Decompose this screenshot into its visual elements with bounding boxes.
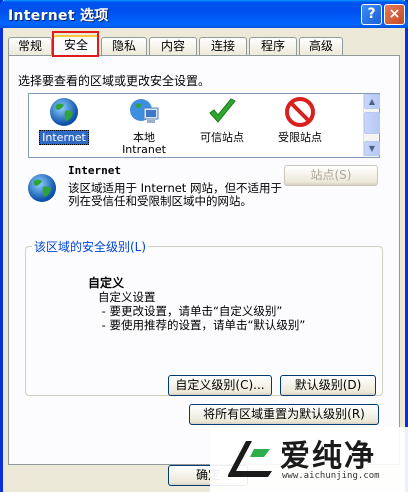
local-intranet-icon xyxy=(130,99,159,123)
sites-button[interactable]: 站点(S) xyxy=(284,165,378,186)
zone-list: Internet 本地 Intranet 可信站点 受限站点 ▲ ▼ xyxy=(28,93,380,158)
security-level-title: 自定义 xyxy=(88,276,125,290)
close-button[interactable]: × xyxy=(384,4,405,25)
tab-highlight-box xyxy=(52,31,99,57)
security-level-description: 自定义设置 - 要更改设置，请单击“自定义级别” - 要使用推荐的设置，请单击“… xyxy=(98,290,306,332)
scroll-thumb[interactable] xyxy=(364,112,380,134)
zone-trusted[interactable]: 可信站点 xyxy=(187,94,257,158)
tab-advanced[interactable]: 高级 xyxy=(299,37,343,55)
globe-icon xyxy=(50,98,78,126)
tab-programs[interactable]: 程序 xyxy=(249,37,297,55)
tab-general[interactable]: 常规 xyxy=(8,37,52,55)
selected-zone-title: Internet xyxy=(68,164,121,177)
tab-content[interactable]: 内容 xyxy=(149,37,197,55)
security-level-group-label: 该区域的安全级别(L) xyxy=(32,238,149,255)
zone-list-scrollbar[interactable]: ▲ ▼ xyxy=(363,94,380,157)
zone-trusted-label: 可信站点 xyxy=(200,131,244,144)
help-button[interactable]: ? xyxy=(361,4,382,25)
zone-internet-label: Internet xyxy=(39,130,89,145)
tab-privacy[interactable]: 隐私 xyxy=(101,37,147,55)
zone-intranet[interactable]: 本地 Intranet xyxy=(109,94,179,158)
zone-restricted[interactable]: 受限站点 xyxy=(265,94,335,158)
reset-all-zones-button[interactable]: 将所有区域重置为默认级别(R) xyxy=(189,404,379,425)
watermark-brand: 爱纯净 xyxy=(280,439,376,474)
title-bar[interactable]: Internet 选项 ? × xyxy=(0,0,408,28)
zone-intranet-sublabel: Intranet xyxy=(122,143,166,156)
custom-level-button[interactable]: 自定义级别(C)... xyxy=(168,375,272,396)
default-level-button[interactable]: 默认级别(D) xyxy=(280,375,376,396)
scroll-up-icon[interactable]: ▲ xyxy=(364,94,380,109)
scroll-down-icon[interactable]: ▼ xyxy=(364,141,380,156)
tab-connections[interactable]: 连接 xyxy=(199,37,247,55)
restricted-icon xyxy=(285,97,315,127)
selected-zone-description: 该区域适用于 Internet 网站，但不适用于列在受信任和受限制区域中的网站。 xyxy=(68,181,282,208)
globe-icon xyxy=(28,174,56,202)
zone-restricted-label: 受限站点 xyxy=(278,131,322,144)
zone-internet[interactable]: Internet xyxy=(29,94,99,158)
watermark-url: www.aichunjing.com xyxy=(282,471,380,481)
zone-prompt: 选择要查看的区域或更改安全设置。 xyxy=(18,74,211,88)
brand-logo-icon xyxy=(228,441,272,477)
checkmark-icon xyxy=(209,98,236,123)
watermark: 爱纯净 www.aichunjing.com xyxy=(210,427,408,492)
window-title: Internet 选项 xyxy=(8,8,109,24)
